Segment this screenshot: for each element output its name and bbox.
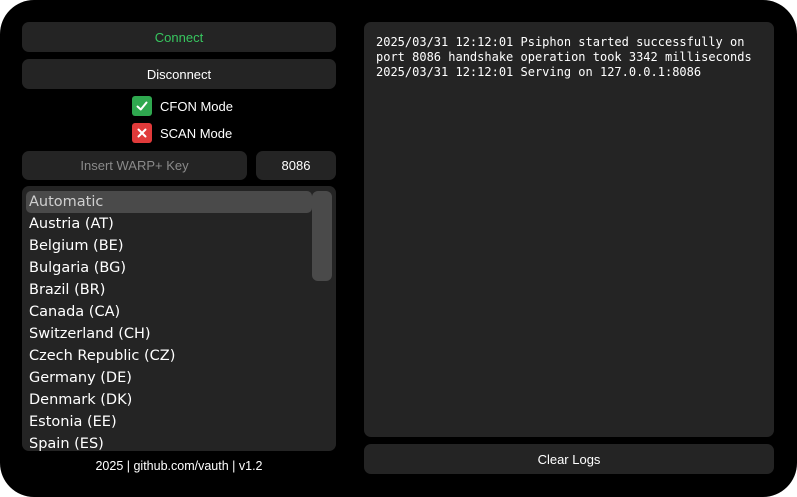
list-item[interactable]: Estonia (EE) [26,411,312,433]
country-list[interactable]: Automatic Austria (AT) Belgium (BE) Bulg… [22,186,336,451]
list-item[interactable]: Denmark (DK) [26,389,312,411]
scan-mode-checkbox[interactable]: SCAN Mode [132,123,232,143]
list-item[interactable]: Canada (CA) [26,301,312,323]
list-item-selected[interactable]: Automatic [26,191,312,213]
log-text: 2025/03/31 12:12:01 Psiphon started succ… [376,35,752,79]
clear-logs-button[interactable]: Clear Logs [364,444,774,474]
list-item[interactable]: Czech Republic (CZ) [26,345,312,367]
disconnect-button[interactable]: Disconnect [22,59,336,89]
scrollbar-thumb[interactable] [312,191,332,281]
warp-key-input[interactable]: Insert WARP+ Key [22,151,247,180]
app-window: Connect Disconnect CFON Mode SCAN Mode I… [0,0,797,497]
list-item[interactable]: Bulgaria (BG) [26,257,312,279]
list-item[interactable]: Belgium (BE) [26,235,312,257]
cfon-mode-label: CFON Mode [160,98,233,114]
country-list-items: Automatic Austria (AT) Belgium (BE) Bulg… [26,191,312,451]
list-item[interactable]: Switzerland (CH) [26,323,312,345]
scan-mode-label: SCAN Mode [160,125,233,141]
log-panel: 2025/03/31 12:12:01 Psiphon started succ… [364,22,774,437]
connect-button[interactable]: Connect [22,22,336,52]
list-item[interactable]: Germany (DE) [26,367,312,389]
port-input[interactable]: 8086 [256,151,336,180]
cross-icon [132,123,152,143]
list-item[interactable]: Spain (ES) [26,433,312,451]
checkmark-icon [132,96,152,116]
cfon-mode-checkbox[interactable]: CFON Mode [132,96,233,116]
list-item[interactable]: Austria (AT) [26,213,312,235]
footer-text: 2025 | github.com/vauth | v1.2 [95,459,263,473]
list-item[interactable]: Brazil (BR) [26,279,312,301]
